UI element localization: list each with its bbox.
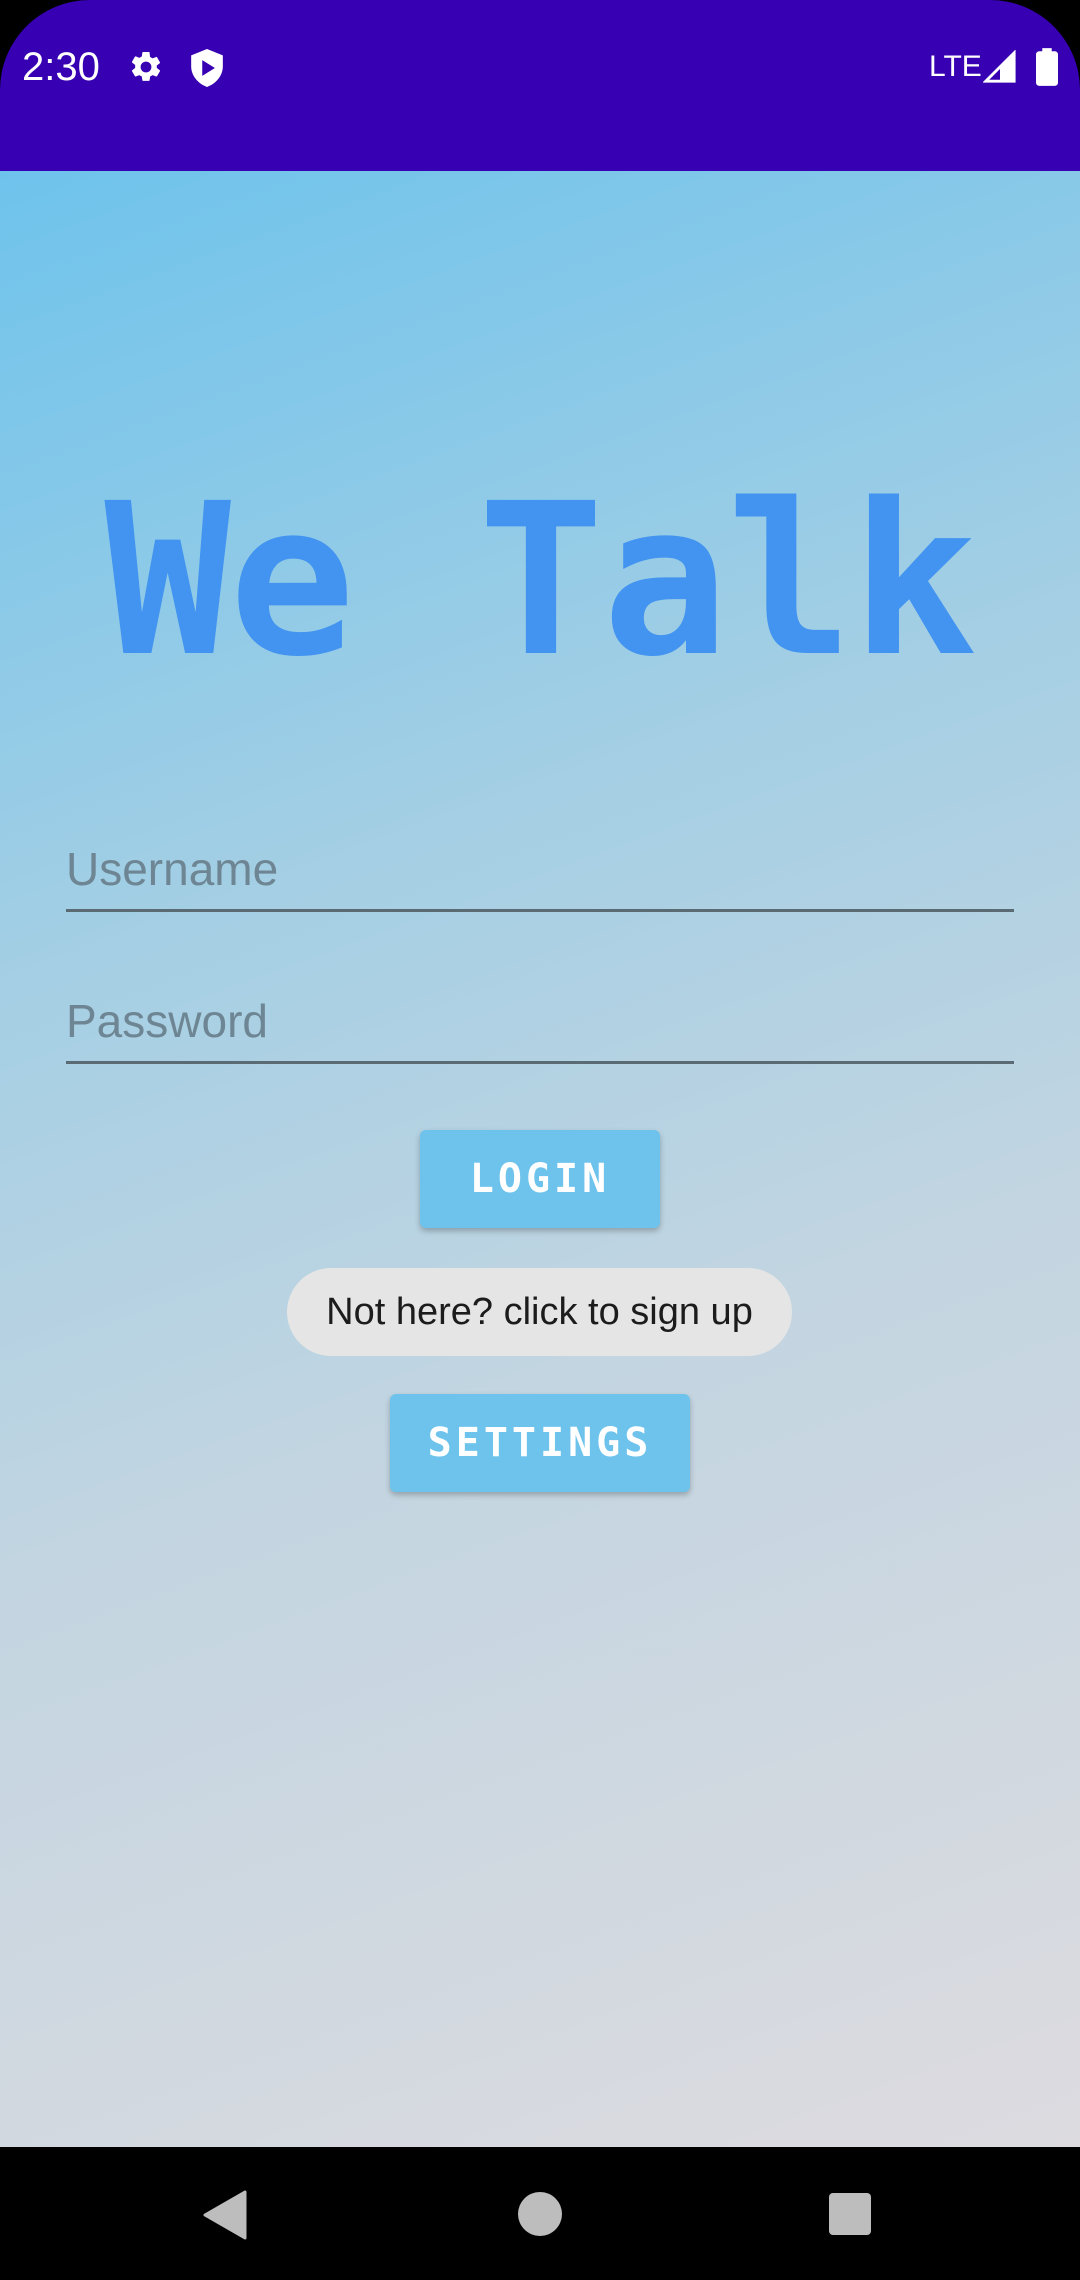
navigation-bar (0, 2147, 1080, 2280)
signup-link[interactable]: Not here? click to sign up (287, 1268, 792, 1356)
app-title: We Talk (104, 458, 977, 703)
settings-button[interactable]: SETTINGS (390, 1394, 690, 1492)
login-button[interactable]: LOGIN (420, 1130, 660, 1228)
password-input[interactable] (66, 981, 1014, 1064)
battery-icon (1036, 48, 1058, 86)
shield-icon (191, 49, 223, 87)
status-bar: 2:30 LTE (0, 0, 1080, 171)
username-input[interactable] (66, 829, 1014, 912)
signal-icon (983, 50, 1016, 83)
back-icon[interactable] (203, 2190, 247, 2240)
status-time: 2:30 (22, 45, 100, 89)
recents-icon[interactable] (829, 2193, 871, 2235)
device-screen: 2:30 LTE We Talk LOGIN Not here? click t… (0, 0, 1080, 2280)
login-screen: We Talk LOGIN Not here? click to sign up… (0, 171, 1080, 2147)
gear-icon (131, 51, 161, 81)
network-type: LTE (929, 50, 982, 83)
home-icon[interactable] (518, 2192, 562, 2236)
